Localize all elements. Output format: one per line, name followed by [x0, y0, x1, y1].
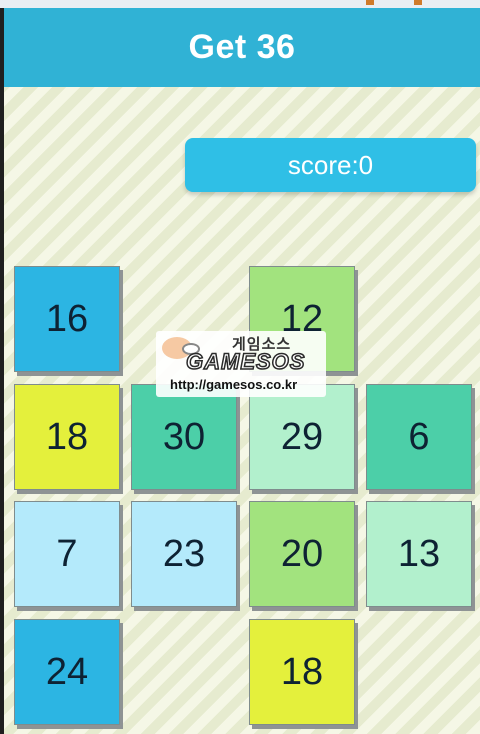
title-bar: Get 36 — [4, 8, 480, 87]
watermark-url: http://gamesos.co.kr — [170, 377, 298, 392]
watermark-logo: 게임소스 GAMESOS http://gamesos.co.kr — [156, 331, 326, 397]
tile[interactable]: 24 — [14, 619, 120, 725]
tile[interactable]: 18 — [14, 384, 120, 490]
tile[interactable]: 7 — [14, 501, 120, 607]
game-title: Get 36 — [188, 28, 296, 66]
watermark-logo-text: GAMESOS — [185, 348, 306, 375]
status-mark — [414, 0, 422, 5]
tile[interactable]: 30 — [131, 384, 237, 490]
tile[interactable]: 6 — [366, 384, 472, 490]
left-edge-bar — [0, 8, 4, 734]
score-display: score:0 — [185, 138, 476, 192]
tile[interactable]: 20 — [249, 501, 355, 607]
top-status-strip — [0, 0, 480, 8]
tile[interactable]: 29 — [249, 384, 355, 490]
status-mark — [366, 0, 374, 5]
tile[interactable]: 23 — [131, 501, 237, 607]
tile[interactable]: 16 — [14, 266, 120, 372]
tile[interactable]: 13 — [366, 501, 472, 607]
tile[interactable]: 18 — [249, 619, 355, 725]
